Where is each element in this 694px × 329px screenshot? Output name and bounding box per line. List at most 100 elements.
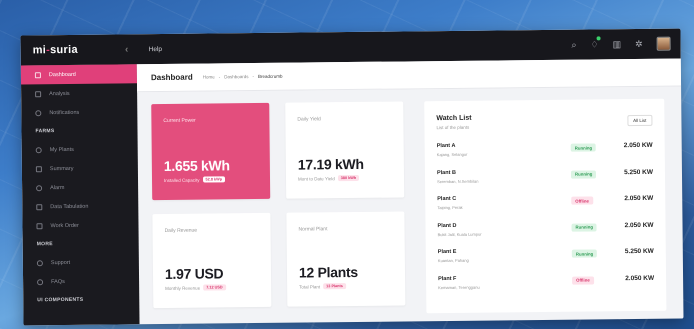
list-icon — [35, 165, 42, 172]
gear-icon[interactable]: ✲ — [635, 38, 643, 49]
sidebar-item-work-order[interactable]: Work Order — [22, 215, 138, 235]
list-item[interactable]: Plant D Bukit Jalil, Kuala Lumpur Running 2… — [437, 218, 653, 242]
card-value: 1.655 kWh — [163, 157, 230, 174]
all-list-button[interactable]: All List — [627, 114, 653, 127]
bell-icon[interactable]: ♢ — [590, 35, 601, 50]
sidebar-item-label: My Plants — [49, 146, 74, 153]
plant-location: Kajang, Selangor — [436, 151, 468, 158]
support-icon — [36, 259, 43, 266]
app-window: mi-suria ‹ Help ⌕ ♢ ▥ ✲ Dashboard Analysi… — [20, 28, 684, 326]
breadcrumb: Home - Dashboards - Breadcrumb — [203, 74, 283, 80]
avatar[interactable] — [656, 36, 671, 51]
plant-location: Taiping, Perak — [437, 204, 463, 211]
sidebar-item-label: Analysis — [49, 90, 70, 97]
sidebar-item-analysis[interactable]: Analysis — [21, 83, 137, 103]
logo: mi-suria ‹ — [21, 43, 137, 57]
sidebar: Dashboard Analysis Notifications FARMS My … — [20, 64, 140, 326]
bell-icon — [35, 109, 42, 116]
card-normal-plant[interactable]: Normal Plant 12 Plants Total Plant 13 Pla… — [286, 211, 406, 307]
card-sub: Installed Capacity 52.8 kWp — [163, 176, 226, 183]
status-badge: Offline — [571, 196, 593, 205]
card-value: 17.19 kWh — [297, 155, 364, 173]
plant-location: Seremban, N.Sembilan — [437, 178, 479, 184]
watch-list-subtitle: List of the plants — [436, 124, 470, 131]
alarm-icon — [36, 184, 43, 191]
sidebar-item-alarm[interactable]: Alarm — [22, 177, 138, 197]
sidebar-item-label: Support — [50, 259, 71, 266]
sidebar-item-support[interactable]: Support — [23, 252, 139, 272]
plant-power: 2.050 KW — [625, 274, 655, 282]
chevron-left-icon[interactable]: ‹ — [125, 44, 129, 55]
plant-power: 2.050 KW — [623, 141, 653, 150]
card-sub: Total Plant 13 Plants — [299, 283, 346, 290]
chart-icon — [35, 90, 42, 97]
list-item[interactable]: Plant A Kajang, Selangor Running 2.050 KW — [437, 139, 653, 163]
status-badge: 380 kWh — [337, 174, 360, 182]
card-sub-label: Total Plant — [299, 283, 321, 290]
status-badge: 13 Plants — [323, 283, 346, 290]
card-daily-yield[interactable]: Daily Yield 17.19 kWh Mont to Date Yield… — [285, 101, 405, 199]
page-header: Dashboard Home - Dashboards - Breadcrumb — [136, 58, 682, 93]
status-badge: Running — [570, 143, 597, 152]
watch-list: Watch List List of the plants All List P… — [424, 98, 667, 314]
chart-icon[interactable]: ▥ — [613, 39, 622, 50]
plant-location: Kemaman, Terengganu — [438, 284, 480, 290]
card-title: Daily Revenue — [164, 227, 198, 234]
status-badge: 7.12 USD — [203, 284, 226, 291]
breadcrumb-separator: - — [252, 74, 255, 80]
card-sub-label: Installed Capacity — [163, 177, 200, 183]
sidebar-item-label: Summary — [49, 165, 74, 172]
card-daily-revenue[interactable]: Daily Revenue 1.97 USD Monthly Revenue 7.… — [152, 212, 272, 309]
sidebar-item-my-plants[interactable]: My Plants — [22, 139, 138, 159]
card-value: 1.97 USD — [164, 265, 224, 282]
plant-power: 5.250 KW — [624, 247, 654, 256]
question-icon — [37, 278, 44, 285]
plant-name: Plant A — [436, 142, 456, 150]
sidebar-item-notifications[interactable]: Notifications — [21, 102, 137, 122]
sidebar-item-dashboard[interactable]: Dashboard — [20, 64, 138, 85]
plant-power: 2.050 KW — [624, 221, 654, 229]
search-icon[interactable]: ⌕ — [571, 39, 576, 50]
list-item[interactable]: Plant E Kuantan, Pahang Running 5.250 KW — [438, 245, 654, 269]
sidebar-item-label: Notifications — [49, 109, 80, 116]
section-farms: FARMS — [35, 128, 55, 135]
breadcrumb-item[interactable]: Dashboards — [224, 74, 248, 79]
plant-name: Plant D — [437, 222, 457, 229]
sidebar-item-label: Work Order — [50, 222, 79, 229]
sidebar-item-data-tabulation[interactable]: Data Tabulation — [22, 196, 138, 216]
watch-list-title: Watch List — [436, 114, 472, 123]
status-badge: Running — [570, 169, 597, 179]
sidebar-item-faqs[interactable]: FAQs — [23, 271, 139, 291]
card-title: Daily Yield — [297, 116, 321, 123]
breadcrumb-item[interactable]: Breadcrumb — [258, 74, 283, 79]
plant-power: 2.050 KW — [624, 194, 654, 203]
sidebar-item-label: Alarm — [50, 184, 65, 191]
sidebar-item-summary[interactable]: Summary — [22, 158, 138, 178]
plant-icon — [35, 146, 42, 153]
card-title: Normal Plant — [298, 226, 328, 233]
card-sub: Mont to Date Yield 380 kWh — [298, 174, 360, 182]
list-item[interactable]: Plant B Seremban, N.Sembilan Running 5.250 … — [437, 165, 653, 189]
card-sub-label: Monthly Revenue — [165, 285, 201, 291]
plant-location: Bukit Jalil, Kuala Lumpur — [437, 231, 482, 237]
card-current-power[interactable]: Current Power 1.655 kWh Installed Capaci… — [151, 102, 271, 201]
notification-dot — [596, 35, 601, 40]
logo-text-main: mi — [32, 44, 47, 57]
list-item[interactable]: Plant F Kemaman, Terengganu Offline 2.050 K… — [438, 271, 654, 295]
card-sub: Monthly Revenue 7.12 USD — [165, 284, 226, 291]
card-title: Current Power — [163, 117, 196, 124]
logo-text-rest: suria — [49, 43, 78, 57]
page-title: Dashboard — [150, 72, 193, 83]
help-menu[interactable]: Help — [149, 45, 162, 52]
plant-power: 5.250 KW — [624, 168, 653, 176]
table-icon — [36, 203, 43, 210]
list-item[interactable]: Plant C Taiping, Perak Offline 2.050 KW — [437, 192, 653, 216]
section-more: MORE — [36, 241, 53, 248]
plant-name: Plant C — [437, 195, 457, 203]
status-badge: Offline — [572, 275, 594, 285]
status-badge: Running — [571, 249, 598, 258]
grid-icon — [34, 71, 41, 78]
top-icons: ⌕ ♢ ▥ ✲ — [571, 35, 680, 52]
sidebar-item-label: FAQs — [51, 278, 65, 285]
breadcrumb-item[interactable]: Home — [203, 74, 215, 79]
